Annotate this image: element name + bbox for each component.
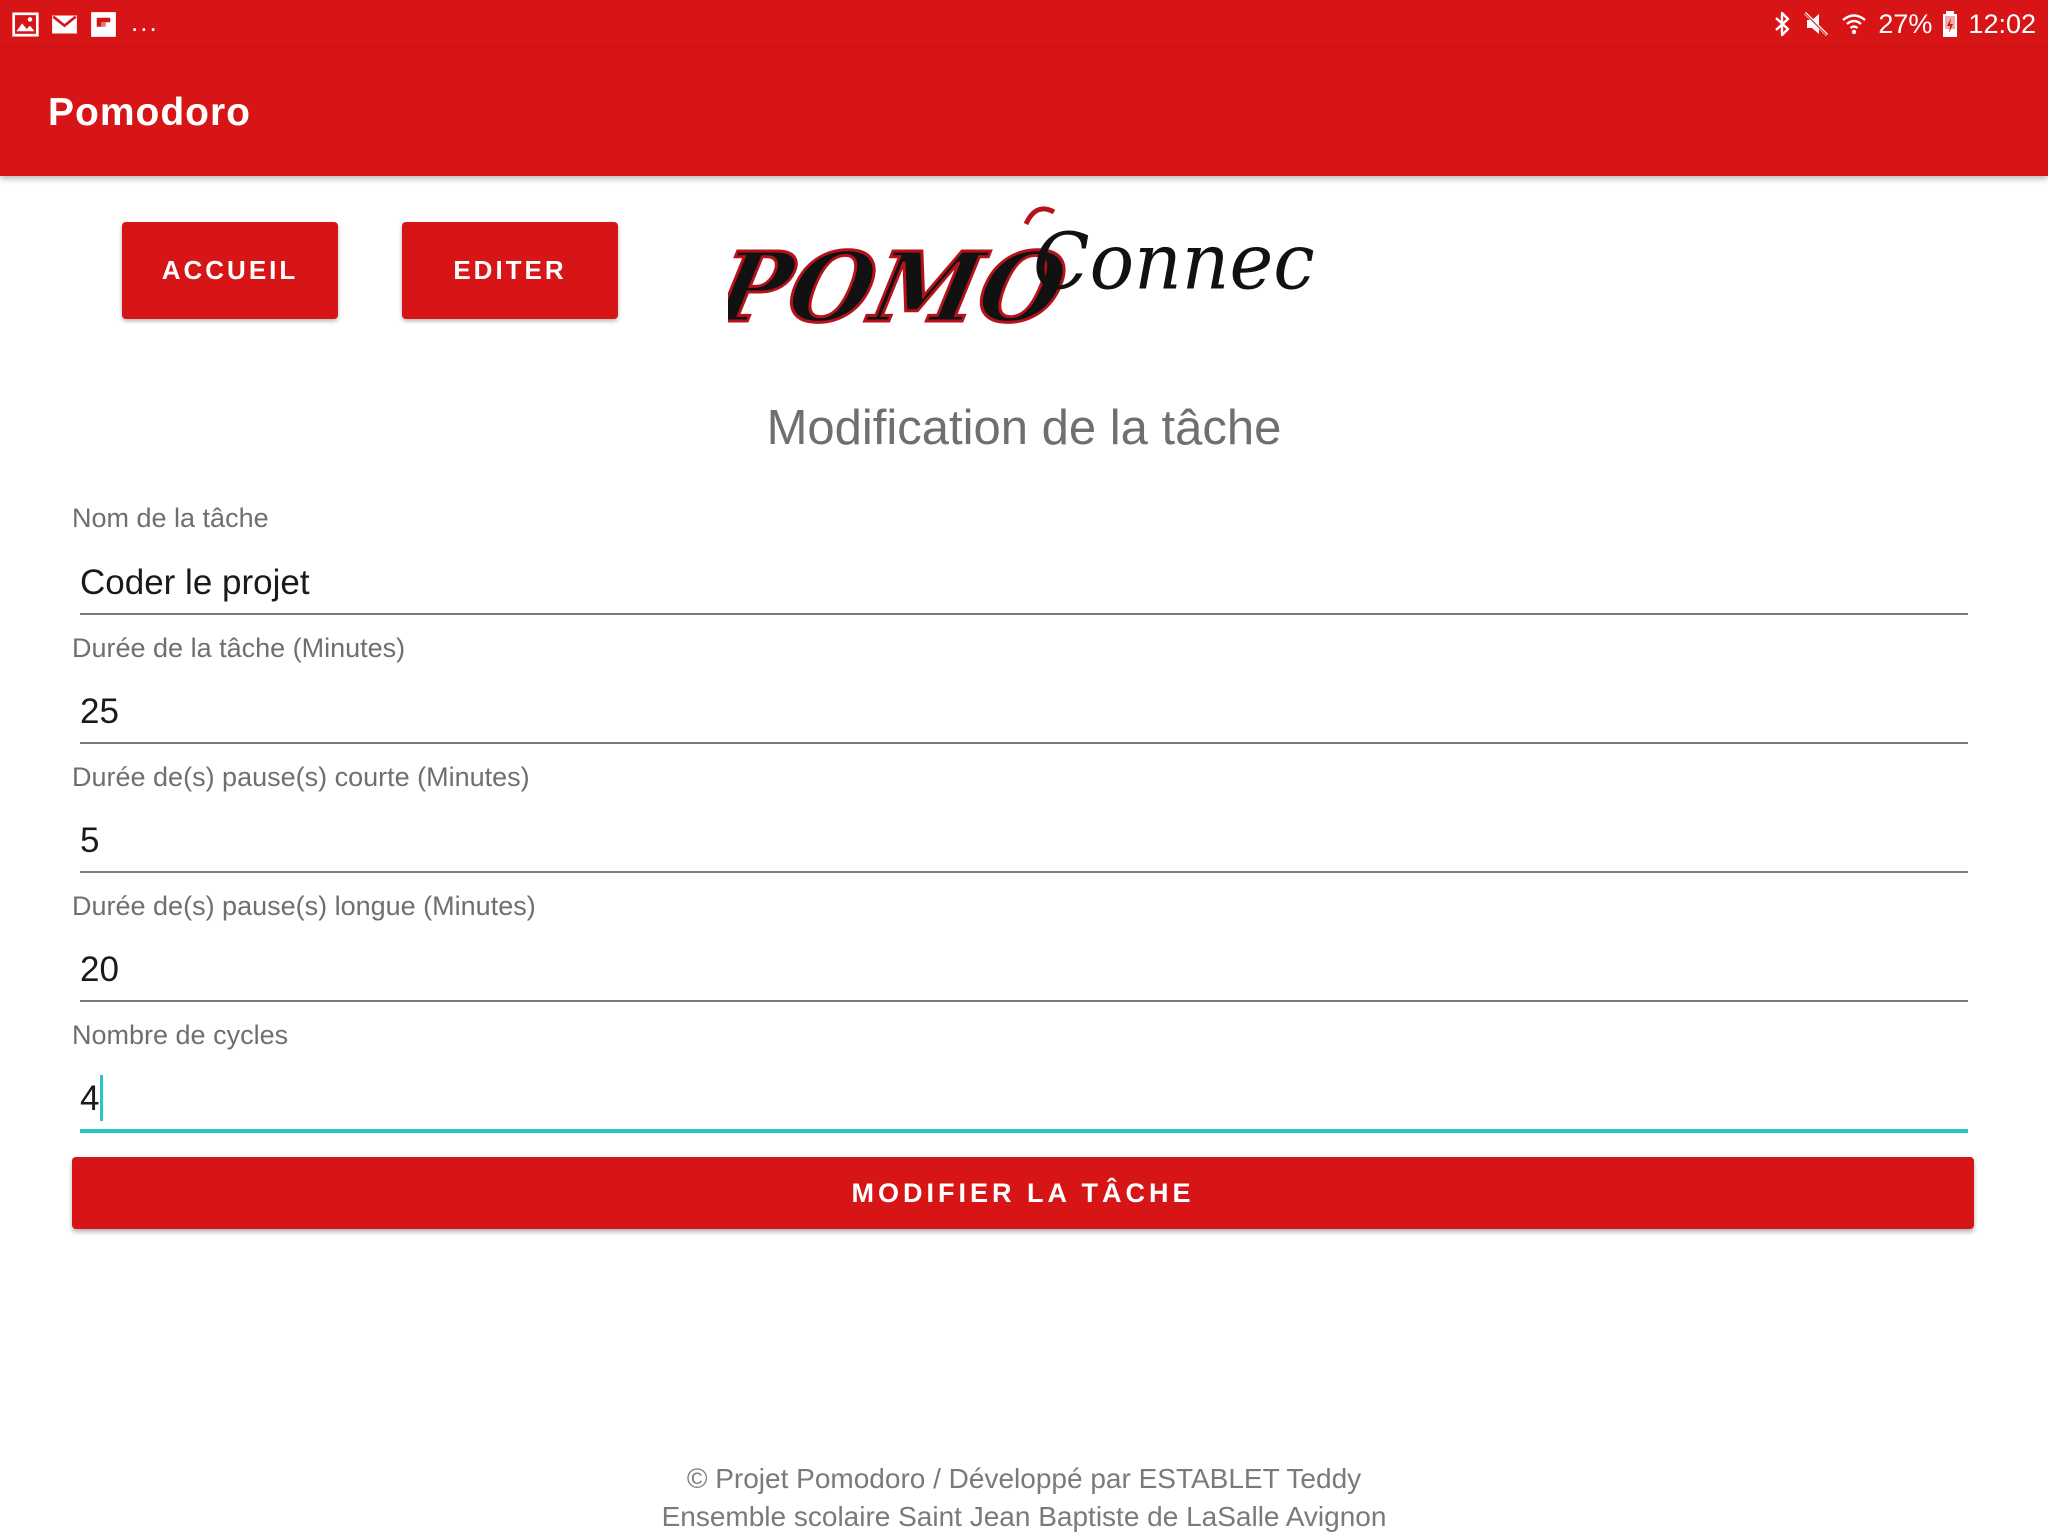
task-duration-label: Durée de la tâche (Minutes) [72, 633, 406, 663]
task-name-input[interactable]: Coder le projet [80, 553, 1968, 615]
edit-button[interactable]: EDITER [402, 222, 618, 319]
logo-connect-text: Connect [1033, 217, 1318, 307]
task-name-label: Nom de la tâche [72, 503, 269, 533]
image-icon [12, 11, 39, 37]
page-title: Modification de la tâche [766, 401, 1282, 455]
modify-task-button[interactable]: MODIFIER LA TÂCHE [72, 1157, 1974, 1229]
logo-pomo-text: POMO [728, 231, 1076, 336]
long-break-label: Durée de(s) pause(s) longue (Minutes) [72, 891, 536, 921]
bluetooth-icon [1775, 11, 1790, 37]
battery-percent: 27% [1878, 8, 1933, 39]
more-notifications-indicator: ... [131, 7, 159, 37]
home-button[interactable]: ACCUEIL [122, 222, 338, 319]
footer-credit: © Projet Pomodoro / Développé par ESTABL… [686, 1463, 1362, 1494]
short-break-label: Durée de(s) pause(s) courte (Minutes) [72, 762, 530, 792]
long-break-input[interactable]: 20 [80, 940, 1968, 1002]
status-bar: ... 27% 12:02 [0, 0, 2048, 49]
mute-icon [1804, 11, 1829, 37]
short-break-input[interactable]: 5 [80, 811, 1968, 873]
pomoconnect-logo: POMO Connect [728, 206, 1318, 336]
notification-area: ... [12, 9, 159, 39]
text-cursor [100, 1074, 104, 1121]
app-title: Pomodoro [48, 91, 251, 134]
battery-charging-icon [1943, 11, 1958, 37]
cycles-input-value: 4 [80, 1079, 100, 1118]
mail-icon [52, 15, 77, 33]
task-duration-input[interactable]: 25 [80, 682, 1968, 744]
footer-school: Ensemble scolaire Saint Jean Baptiste de… [661, 1501, 1387, 1532]
flipboard-icon [91, 11, 116, 37]
app-bar: Pomodoro [0, 49, 2048, 176]
clock: 12:02 [1968, 8, 2036, 39]
wifi-icon [1842, 14, 1867, 35]
cycles-label: Nombre de cycles [72, 1020, 289, 1050]
cycles-input[interactable]: 4 [80, 1069, 1968, 1133]
system-status-area: 27% 12:02 [1772, 8, 2036, 40]
